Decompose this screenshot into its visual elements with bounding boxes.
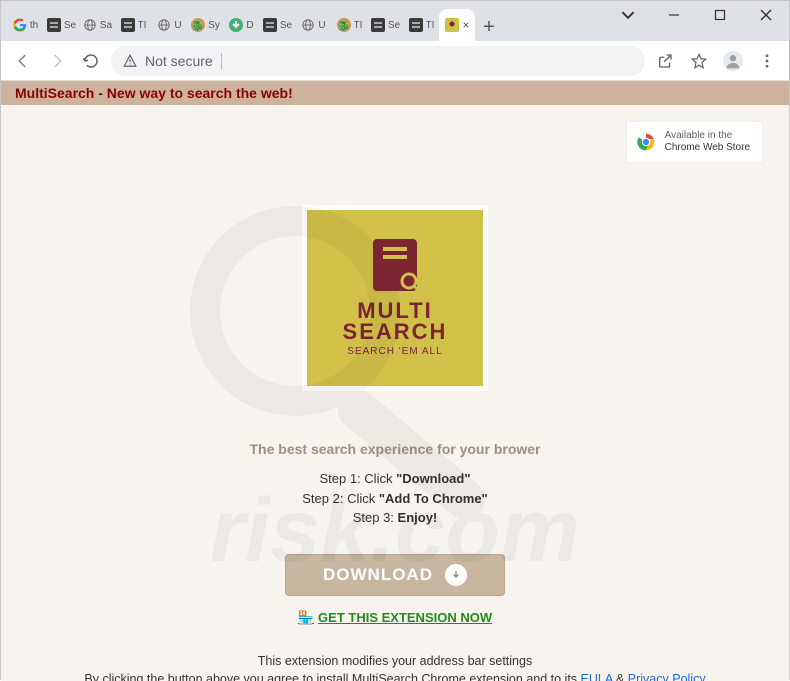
web-store-text: Available in the Chrome Web Store	[665, 130, 750, 154]
tab-favicon	[408, 17, 424, 33]
logo-tagline: SEARCH 'EM ALL	[347, 346, 442, 357]
tab-label: Sy	[208, 20, 220, 31]
page-content: risk.com MultiSearch - New way to search…	[1, 81, 789, 681]
store-bag-icon: 🏪	[298, 610, 314, 626]
tab-favicon: 🐉	[336, 17, 352, 33]
step-1: Step 1: Click "Download"	[1, 469, 789, 489]
tab-favicon	[82, 17, 98, 33]
banner: MultiSearch - New way to search the web!	[1, 81, 789, 105]
tab-favicon	[300, 17, 316, 33]
tab-favicon: 🐉	[190, 17, 206, 33]
window-maximize-icon[interactable]	[697, 1, 743, 29]
tab-label: Sa	[100, 20, 112, 31]
tab-favicon	[46, 17, 62, 33]
not-secure-icon	[123, 54, 137, 68]
browser-tab[interactable]: 🐉 Sy	[187, 9, 223, 41]
get-extension-label: GET THIS EXTENSION NOW	[318, 610, 492, 625]
tab-label: U	[318, 20, 325, 31]
tab-label: TI	[138, 20, 147, 31]
address-bar: Not secure	[1, 41, 789, 81]
window-chevron-icon[interactable]	[605, 1, 651, 29]
tab-favicon	[12, 17, 28, 33]
window-controls	[605, 1, 789, 41]
omnibox-divider	[221, 53, 222, 69]
document-search-icon	[373, 239, 417, 291]
window-close-icon[interactable]	[743, 1, 789, 29]
svg-text:🐉: 🐉	[192, 19, 204, 32]
tab-label: U	[174, 20, 181, 31]
omnibox[interactable]: Not secure	[111, 46, 645, 76]
product-logo: MULTI SEARCH SEARCH 'EM ALL	[302, 205, 488, 391]
webstore-line1: Available in the	[665, 130, 750, 142]
get-extension-link[interactable]: 🏪 GET THIS EXTENSION NOW	[1, 610, 789, 626]
share-icon[interactable]	[651, 47, 679, 75]
chrome-icon	[635, 131, 657, 153]
browser-tab[interactable]: Se	[367, 9, 403, 41]
security-label: Not secure	[145, 53, 213, 69]
download-arrow-icon	[445, 564, 467, 586]
new-tab-button[interactable]: +	[475, 13, 503, 41]
browser-tab[interactable]: th	[7, 9, 43, 41]
tab-favicon	[120, 17, 136, 33]
steps: Step 1: Click "Download" Step 2: Click "…	[1, 469, 789, 528]
browser-tab[interactable]: U	[151, 9, 187, 41]
kebab-menu-icon[interactable]	[753, 47, 781, 75]
headline: The best search experience for your brow…	[1, 441, 789, 457]
tab-label: TI	[426, 20, 435, 31]
tab-favicon	[262, 17, 278, 33]
disclaimer-line1: This extension modifies your address bar…	[1, 652, 789, 671]
forward-button	[43, 47, 71, 75]
tab-label: Se	[64, 20, 76, 31]
step-2: Step 2: Click "Add To Chrome"	[1, 489, 789, 509]
tab-label: Se	[388, 20, 400, 31]
tab-favicon	[156, 17, 172, 33]
step-3: Step 3: Enjoy!	[1, 508, 789, 528]
tab-label: Se	[280, 20, 292, 31]
browser-tab[interactable]: 🐉 TI	[331, 9, 367, 41]
window-minimize-icon[interactable]	[651, 1, 697, 29]
reload-button[interactable]	[77, 47, 105, 75]
browser-tab[interactable]: U	[295, 9, 331, 41]
disclaimer-line2: By clicking the button above you agree t…	[1, 670, 789, 681]
webstore-line2: Chrome Web Store	[665, 142, 750, 154]
tabs-strip: th Se Sa TI U 🐉 Sy D Se U 🐉 TI Se TI × +	[1, 9, 605, 41]
download-button[interactable]: DOWNLOAD	[285, 554, 505, 596]
profile-icon[interactable]	[719, 47, 747, 75]
browser-tab[interactable]: Sa	[79, 9, 115, 41]
browser-tab[interactable]: D	[223, 9, 259, 41]
tab-favicon	[228, 17, 244, 33]
tab-favicon	[370, 17, 386, 33]
tab-close-icon[interactable]: ×	[462, 18, 469, 32]
banner-text: MultiSearch - New way to search the web!	[15, 85, 293, 101]
tab-favicon	[444, 17, 460, 33]
browser-tab[interactable]: TI	[115, 9, 151, 41]
tab-label: TI	[354, 20, 363, 31]
browser-tab[interactable]: TI	[403, 9, 439, 41]
disclaimer: This extension modifies your address bar…	[1, 652, 789, 681]
logo-line2: SEARCH	[343, 322, 448, 343]
back-button[interactable]	[9, 47, 37, 75]
browser-tab-active[interactable]: ×	[439, 9, 475, 41]
window-titlebar: th Se Sa TI U 🐉 Sy D Se U 🐉 TI Se TI × +	[1, 1, 789, 41]
chrome-web-store-badge[interactable]: Available in the Chrome Web Store	[626, 121, 763, 163]
svg-text:🐉: 🐉	[337, 19, 349, 32]
bookmark-star-icon[interactable]	[685, 47, 713, 75]
browser-tab[interactable]: Se	[43, 9, 79, 41]
download-label: DOWNLOAD	[323, 565, 433, 585]
tab-label: th	[30, 20, 38, 31]
tab-label: D	[246, 20, 253, 31]
browser-tab[interactable]: Se	[259, 9, 295, 41]
